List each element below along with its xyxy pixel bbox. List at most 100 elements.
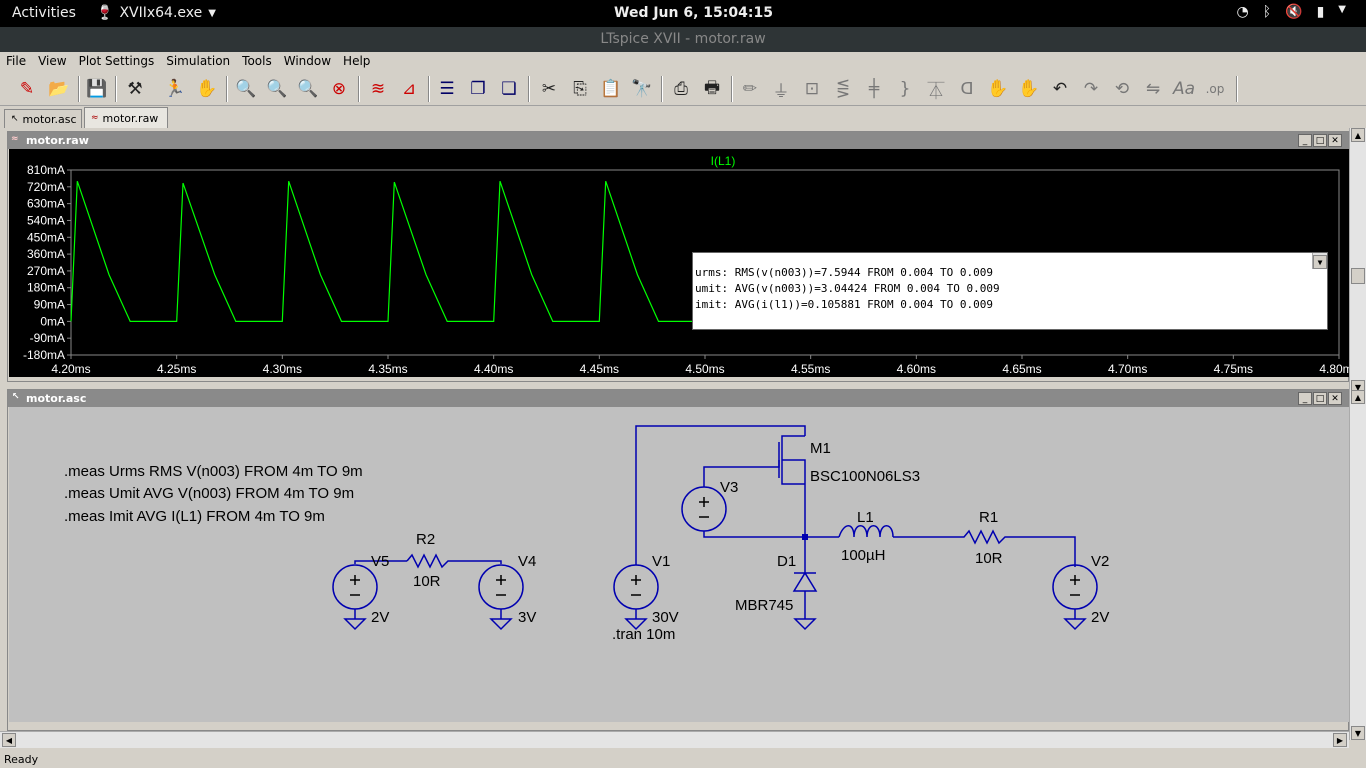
open-icon[interactable]: 📂 [46, 76, 72, 102]
plot-window-title-bar[interactable]: ≈ motor.raw [8, 132, 1348, 149]
zoom-area-icon[interactable]: 🔍 [264, 76, 290, 102]
r2-label[interactable]: R2 [416, 531, 435, 548]
maximize-button[interactable]: □ [1313, 134, 1327, 147]
drag-icon[interactable]: ✋ [1016, 76, 1042, 102]
cascade-icon[interactable]: ❏ [496, 76, 522, 102]
copy-icon[interactable]: ⎘ [567, 76, 593, 102]
y-tick-label: 180mA [27, 281, 65, 295]
m1-label[interactable]: M1 [810, 440, 831, 457]
save-icon[interactable]: 💾 [84, 76, 110, 102]
new-schematic-icon[interactable]: ✎ [14, 76, 40, 102]
paste-icon[interactable]: 📋 [598, 76, 624, 102]
inductor-icon[interactable]: } [892, 76, 918, 102]
v1-label[interactable]: V1 [652, 553, 670, 570]
move-icon[interactable]: ✋ [985, 76, 1011, 102]
close-button[interactable]: ✕ [1328, 134, 1342, 147]
close-button[interactable]: ✕ [1328, 392, 1342, 405]
zoom-in-icon[interactable]: 🔍 [233, 76, 259, 102]
resistor-icon[interactable]: ⋚ [830, 76, 856, 102]
y-tick-label: 270mA [27, 264, 65, 278]
measurement-results[interactable]: urms: RMS(v(n003))=7.5944 FROM 0.004 TO … [692, 252, 1328, 330]
l1-label[interactable]: L1 [857, 509, 874, 526]
m1-value[interactable]: BSC100N06LS3 [810, 468, 920, 485]
label-net-icon[interactable]: ⊡ [799, 76, 825, 102]
tab-motor-asc[interactable]: ↖ motor.asc [4, 109, 82, 128]
menu-view[interactable]: View [32, 52, 72, 72]
capacitor-icon[interactable]: ╪ [861, 76, 887, 102]
autorange-icon[interactable]: ≋ [365, 76, 391, 102]
menu-file[interactable]: File [0, 52, 32, 72]
d1-label[interactable]: D1 [777, 553, 796, 570]
v4-label[interactable]: V4 [518, 553, 536, 570]
undo-icon[interactable]: ↶ [1047, 76, 1073, 102]
activities-button[interactable]: Activities [12, 5, 76, 21]
schematic-canvas[interactable]: .meas Urms RMS V(n003) FROM 4m TO 9m .me… [9, 407, 1349, 722]
draw-wire-icon[interactable]: ✏ [737, 76, 763, 102]
control-panel-icon[interactable]: ⚒ [122, 76, 148, 102]
clock[interactable]: Wed Jun 6, 15:04:15 [614, 5, 773, 21]
meas-directive[interactable]: .meas Umit AVG V(n003) FROM 4m TO 9m [64, 485, 354, 502]
zoom-fit-icon[interactable]: ⊗ [326, 76, 352, 102]
measurement-scrollbar[interactable]: ▼ [1312, 253, 1327, 269]
r1-value[interactable]: 10R [975, 550, 1003, 567]
scroll-thumb[interactable] [1351, 268, 1365, 284]
scroll-down-icon[interactable]: ▼ [1313, 255, 1327, 269]
zoom-out-icon[interactable]: 🔍 [295, 76, 321, 102]
text-icon[interactable]: Aa [1171, 76, 1197, 102]
v4-value[interactable]: 3V [518, 609, 536, 626]
status-bar: Ready [0, 750, 1366, 768]
minimize-button[interactable]: _ [1298, 392, 1312, 405]
find-icon[interactable]: 🔭 [629, 76, 655, 102]
print-icon[interactable]: 🖶 [699, 76, 725, 102]
cut-icon[interactable]: ✂ [536, 76, 562, 102]
run-icon[interactable]: 🏃 [162, 76, 188, 102]
r2-value[interactable]: 10R [413, 573, 441, 590]
l1-value[interactable]: 100µH [841, 547, 886, 564]
scroll-left-icon[interactable]: ◀ [2, 733, 16, 747]
tile-vertical-icon[interactable]: ❐ [465, 76, 491, 102]
system-tray[interactable]: ◔ ᛒ 🔇 ▮ ▼ [1237, 4, 1346, 20]
v3-label[interactable]: V3 [720, 479, 738, 496]
rotate-icon[interactable]: ⟲ [1109, 76, 1135, 102]
component-icon[interactable]: ᗡ [954, 76, 980, 102]
ground-icon[interactable]: ⏚ [768, 76, 794, 102]
v2-label[interactable]: V2 [1091, 553, 1109, 570]
v5-label[interactable]: V5 [371, 553, 389, 570]
print-setup-icon[interactable]: ⎙ [668, 76, 694, 102]
menu-simulation[interactable]: Simulation [160, 52, 236, 72]
redo-icon[interactable]: ↷ [1078, 76, 1104, 102]
tile-horizontal-icon[interactable]: ☰ [434, 76, 460, 102]
v2-value[interactable]: 2V [1091, 609, 1109, 626]
v1-value[interactable]: 30V [652, 609, 679, 626]
r1-label[interactable]: R1 [979, 509, 998, 526]
diode-icon[interactable]: ⏄ [923, 76, 949, 102]
minimize-button[interactable]: _ [1298, 134, 1312, 147]
spice-directive-icon[interactable]: .op [1202, 76, 1228, 102]
y-tick-label: 720mA [27, 180, 65, 194]
menu-tools[interactable]: Tools [236, 52, 278, 72]
menu-plot-settings[interactable]: Plot Settings [73, 52, 161, 72]
tab-motor-raw[interactable]: ≈ motor.raw [84, 107, 168, 128]
menu-help[interactable]: Help [337, 52, 376, 72]
series-label: I(L1) [711, 154, 736, 168]
vertical-scrollbar[interactable]: ▲ ▼ ▲ ▼ [1349, 128, 1366, 740]
scroll-up-icon[interactable]: ▲ [1351, 390, 1365, 404]
menu-window[interactable]: Window [278, 52, 337, 72]
horizontal-scrollbar[interactable]: ◀ ▶ [0, 731, 1349, 748]
x-tick-label: 4.45ms [580, 362, 619, 376]
meas-directive[interactable]: .meas Urms RMS V(n003) FROM 4m TO 9m [64, 463, 363, 480]
d1-value[interactable]: MBR745 [735, 597, 793, 614]
tran-directive[interactable]: .tran 10m [612, 626, 675, 643]
scroll-up-icon[interactable]: ▲ [1351, 128, 1365, 142]
maximize-button[interactable]: □ [1313, 392, 1327, 405]
scroll-right-icon[interactable]: ▶ [1333, 733, 1347, 747]
schematic-window-title-bar[interactable]: ↖ motor.asc [8, 390, 1348, 407]
v5-value[interactable]: 2V [371, 609, 389, 626]
scroll-down-icon[interactable]: ▼ [1351, 726, 1365, 740]
mark-unref-icon[interactable]: ⊿ [396, 76, 422, 102]
meas-directive[interactable]: .meas Imit AVG I(L1) FROM 4m TO 9m [64, 508, 325, 525]
halt-icon[interactable]: ✋ [194, 76, 220, 102]
app-menu[interactable]: 🍷 XVIIx64.exe ▼ [96, 5, 216, 21]
mirror-icon[interactable]: ⇋ [1140, 76, 1166, 102]
schematic-drawing[interactable]: .meas Urms RMS V(n003) FROM 4m TO 9m .me… [9, 407, 1349, 722]
